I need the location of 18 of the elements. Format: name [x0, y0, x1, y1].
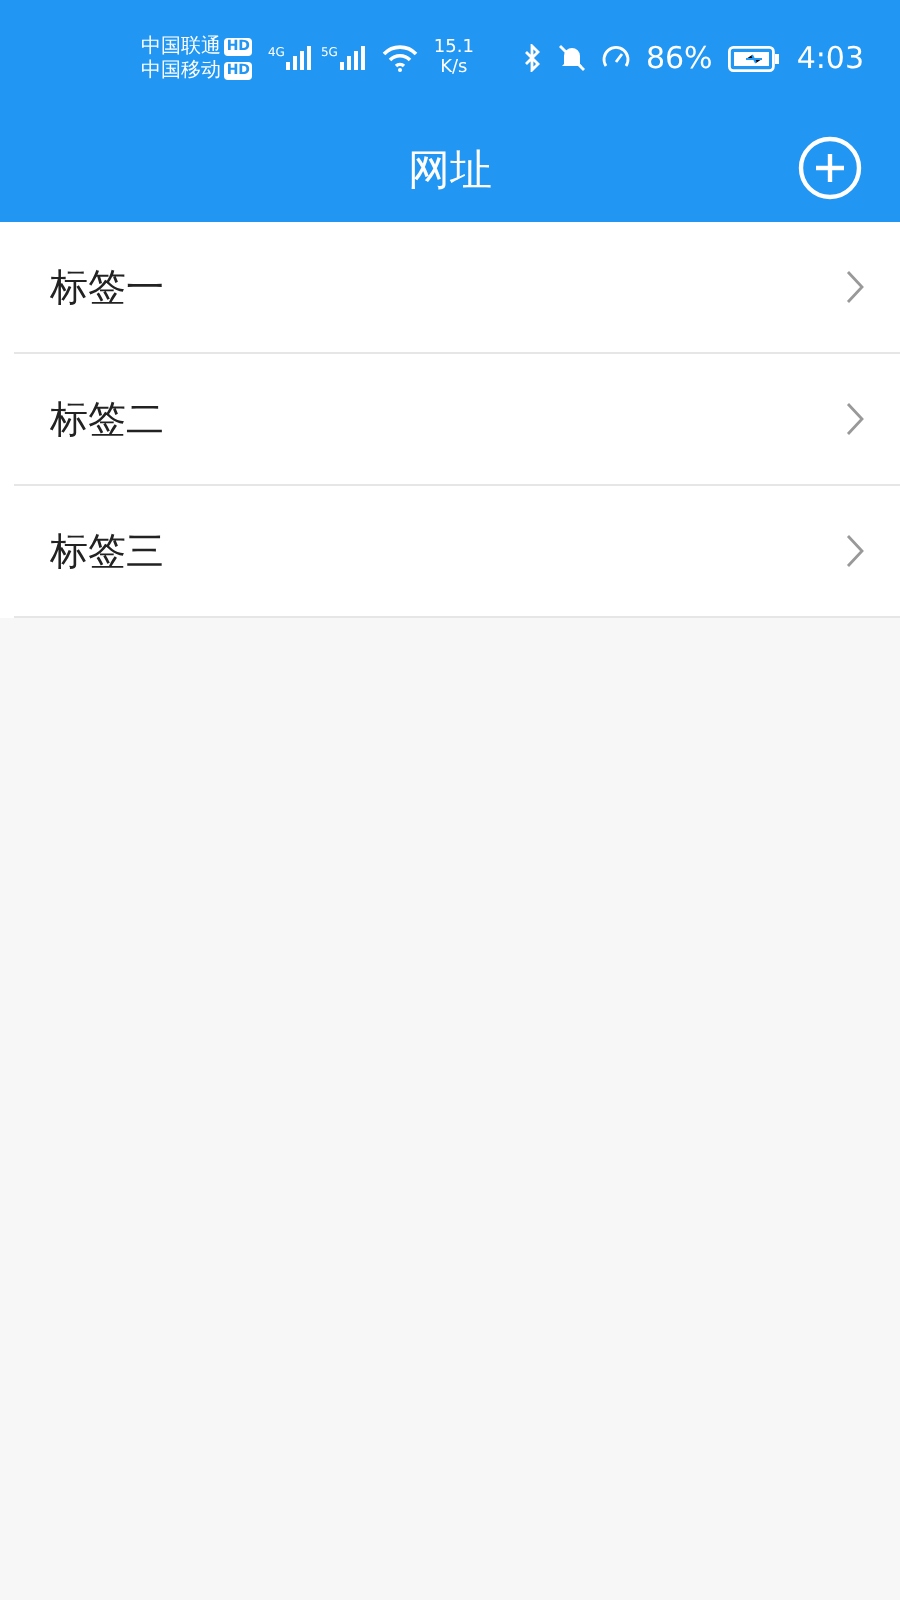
battery-percent: 86%: [645, 40, 713, 76]
battery-charging-icon: [728, 45, 781, 71]
chevron-right-icon: [846, 534, 864, 568]
clock-time: 4:03: [796, 40, 864, 76]
carrier-name: 中国联通: [140, 35, 221, 57]
chevron-right-icon: [846, 402, 864, 436]
gauge-icon: [601, 44, 630, 72]
carrier-name: 中国移动: [140, 59, 221, 81]
signal-icon: [286, 46, 313, 70]
add-icon[interactable]: [796, 134, 864, 202]
bluetooth-icon: [521, 44, 542, 72]
muted-bell-icon: [557, 44, 586, 72]
network-speed: 15.1: [433, 38, 474, 58]
wifi-icon: [381, 44, 418, 72]
signal-icon: [339, 46, 366, 70]
page-title: 网址: [408, 143, 492, 197]
speed-unit: K/s: [440, 58, 468, 78]
chevron-right-icon: [846, 270, 864, 304]
